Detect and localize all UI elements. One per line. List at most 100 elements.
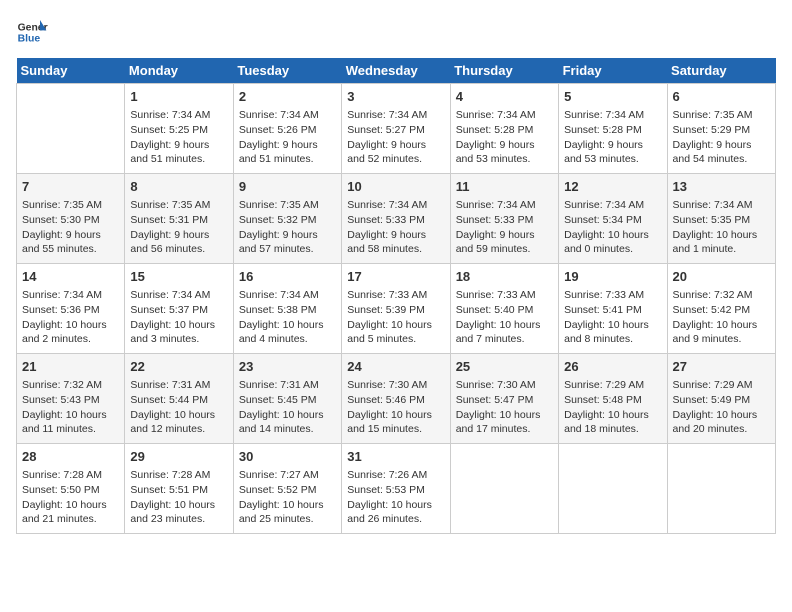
day-number: 29 — [130, 448, 227, 466]
calendar-header-thursday: Thursday — [450, 58, 558, 84]
day-info: Sunrise: 7:32 AM Sunset: 5:42 PM Dayligh… — [673, 288, 770, 347]
day-number: 16 — [239, 268, 336, 286]
calendar-cell: 21Sunrise: 7:32 AM Sunset: 5:43 PM Dayli… — [17, 354, 125, 444]
calendar-cell: 11 Sunrise: 7:34 AM Sunset: 5:33 PM Dayli… — [450, 174, 558, 264]
page-header: General Blue — [16, 16, 776, 48]
calendar-cell: 24 Sunrise: 7:30 AM Sunset: 5:46 PM Dayli… — [342, 354, 450, 444]
day-info: Sunrise: 7:31 AM Sunset: 5:45 PM Dayligh… — [239, 378, 336, 437]
calendar-table: SundayMondayTuesdayWednesdayThursdayFrid… — [16, 58, 776, 534]
calendar-cell: 7 Sunrise: 7:35 AM Sunset: 5:30 PM Daylig… — [17, 174, 125, 264]
day-number: 2 — [239, 88, 336, 106]
calendar-cell: 13 Sunrise: 7:34 AM Sunset: 5:35 PM Dayli… — [667, 174, 775, 264]
calendar-cell: 10 Sunrise: 7:34 AM Sunset: 5:33 PM Dayli… — [342, 174, 450, 264]
day-number: 25 — [456, 358, 553, 376]
day-info: Sunrise: 7:27 AM Sunset: 5:52 PM Dayligh… — [239, 468, 336, 527]
day-number: 21 — [22, 358, 119, 376]
day-info: Sunrise: 7:34 AM Sunset: 5:34 PM Dayligh… — [564, 198, 661, 257]
day-number: 7 — [22, 178, 119, 196]
day-info: Sunrise: 7:34 AM Sunset: 5:33 PM Dayligh… — [347, 198, 444, 257]
day-info: Sunrise: 7:34 AM Sunset: 5:38 PM Dayligh… — [239, 288, 336, 347]
calendar-cell: 22Sunrise: 7:31 AM Sunset: 5:44 PM Dayli… — [125, 354, 233, 444]
day-number: 19 — [564, 268, 661, 286]
day-number: 13 — [673, 178, 770, 196]
calendar-cell: 5 Sunrise: 7:34 AM Sunset: 5:28 PM Daylig… — [559, 84, 667, 174]
calendar-week-1: 1 Sunrise: 7:34 AM Sunset: 5:25 PM Daylig… — [17, 84, 776, 174]
day-number: 23 — [239, 358, 336, 376]
calendar-cell: 2Sunrise: 7:34 AM Sunset: 5:26 PM Daylig… — [233, 84, 341, 174]
calendar-week-3: 14Sunrise: 7:34 AM Sunset: 5:36 PM Dayli… — [17, 264, 776, 354]
calendar-cell: 18 Sunrise: 7:33 AM Sunset: 5:40 PM Dayli… — [450, 264, 558, 354]
day-info: Sunrise: 7:33 AM Sunset: 5:41 PM Dayligh… — [564, 288, 661, 347]
day-info: Sunrise: 7:29 AM Sunset: 5:48 PM Dayligh… — [564, 378, 661, 437]
calendar-header-saturday: Saturday — [667, 58, 775, 84]
day-number: 30 — [239, 448, 336, 466]
calendar-header-row: SundayMondayTuesdayWednesdayThursdayFrid… — [17, 58, 776, 84]
day-info: Sunrise: 7:33 AM Sunset: 5:40 PM Dayligh… — [456, 288, 553, 347]
svg-text:Blue: Blue — [18, 34, 41, 45]
day-number: 18 — [456, 268, 553, 286]
calendar-header-tuesday: Tuesday — [233, 58, 341, 84]
calendar-cell: 20 Sunrise: 7:32 AM Sunset: 5:42 PM Dayli… — [667, 264, 775, 354]
day-info: Sunrise: 7:34 AM Sunset: 5:28 PM Dayligh… — [564, 108, 661, 167]
day-info: Sunrise: 7:28 AM Sunset: 5:51 PM Dayligh… — [130, 468, 227, 527]
day-number: 15 — [130, 268, 227, 286]
day-number: 24 — [347, 358, 444, 376]
calendar-cell: 25 Sunrise: 7:30 AM Sunset: 5:47 PM Dayli… — [450, 354, 558, 444]
day-number: 10 — [347, 178, 444, 196]
day-number: 17 — [347, 268, 444, 286]
day-number: 5 — [564, 88, 661, 106]
day-info: Sunrise: 7:30 AM Sunset: 5:46 PM Dayligh… — [347, 378, 444, 437]
calendar-cell: 15 Sunrise: 7:34 AM Sunset: 5:37 PM Dayli… — [125, 264, 233, 354]
day-info: Sunrise: 7:28 AM Sunset: 5:50 PM Dayligh… — [22, 468, 119, 527]
calendar-cell: 28Sunrise: 7:28 AM Sunset: 5:50 PM Dayli… — [17, 444, 125, 534]
day-number: 8 — [130, 178, 227, 196]
day-info: Sunrise: 7:30 AM Sunset: 5:47 PM Dayligh… — [456, 378, 553, 437]
day-info: Sunrise: 7:34 AM Sunset: 5:35 PM Dayligh… — [673, 198, 770, 257]
calendar-body: 1 Sunrise: 7:34 AM Sunset: 5:25 PM Daylig… — [17, 84, 776, 534]
day-number: 27 — [673, 358, 770, 376]
day-info: Sunrise: 7:34 AM Sunset: 5:33 PM Dayligh… — [456, 198, 553, 257]
day-number: 20 — [673, 268, 770, 286]
day-info: Sunrise: 7:34 AM Sunset: 5:37 PM Dayligh… — [130, 288, 227, 347]
calendar-cell: 1 Sunrise: 7:34 AM Sunset: 5:25 PM Daylig… — [125, 84, 233, 174]
calendar-cell: 4Sunrise: 7:34 AM Sunset: 5:28 PM Daylig… — [450, 84, 558, 174]
calendar-week-2: 7 Sunrise: 7:35 AM Sunset: 5:30 PM Daylig… — [17, 174, 776, 264]
day-number: 14 — [22, 268, 119, 286]
calendar-week-4: 21Sunrise: 7:32 AM Sunset: 5:43 PM Dayli… — [17, 354, 776, 444]
logo-icon: General Blue — [16, 16, 48, 48]
day-number: 3 — [347, 88, 444, 106]
calendar-cell — [559, 444, 667, 534]
day-info: Sunrise: 7:35 AM Sunset: 5:30 PM Dayligh… — [22, 198, 119, 257]
calendar-cell: 3 Sunrise: 7:34 AM Sunset: 5:27 PM Daylig… — [342, 84, 450, 174]
calendar-cell: 6 Sunrise: 7:35 AM Sunset: 5:29 PM Daylig… — [667, 84, 775, 174]
day-number: 1 — [130, 88, 227, 106]
calendar-cell: 29 Sunrise: 7:28 AM Sunset: 5:51 PM Dayli… — [125, 444, 233, 534]
calendar-week-5: 28Sunrise: 7:28 AM Sunset: 5:50 PM Dayli… — [17, 444, 776, 534]
day-number: 31 — [347, 448, 444, 466]
day-number: 9 — [239, 178, 336, 196]
calendar-cell: 8Sunrise: 7:35 AM Sunset: 5:31 PM Daylig… — [125, 174, 233, 264]
calendar-header-friday: Friday — [559, 58, 667, 84]
day-info: Sunrise: 7:34 AM Sunset: 5:27 PM Dayligh… — [347, 108, 444, 167]
calendar-cell: 9Sunrise: 7:35 AM Sunset: 5:32 PM Daylig… — [233, 174, 341, 264]
day-info: Sunrise: 7:35 AM Sunset: 5:29 PM Dayligh… — [673, 108, 770, 167]
calendar-cell — [450, 444, 558, 534]
calendar-cell: 14Sunrise: 7:34 AM Sunset: 5:36 PM Dayli… — [17, 264, 125, 354]
day-number: 26 — [564, 358, 661, 376]
day-number: 12 — [564, 178, 661, 196]
day-info: Sunrise: 7:34 AM Sunset: 5:25 PM Dayligh… — [130, 108, 227, 167]
day-number: 11 — [456, 178, 553, 196]
calendar-header-wednesday: Wednesday — [342, 58, 450, 84]
day-info: Sunrise: 7:29 AM Sunset: 5:49 PM Dayligh… — [673, 378, 770, 437]
day-info: Sunrise: 7:26 AM Sunset: 5:53 PM Dayligh… — [347, 468, 444, 527]
day-number: 6 — [673, 88, 770, 106]
calendar-cell: 30 Sunrise: 7:27 AM Sunset: 5:52 PM Dayli… — [233, 444, 341, 534]
calendar-cell: 17Sunrise: 7:33 AM Sunset: 5:39 PM Dayli… — [342, 264, 450, 354]
calendar-cell: 12 Sunrise: 7:34 AM Sunset: 5:34 PM Dayli… — [559, 174, 667, 264]
day-info: Sunrise: 7:34 AM Sunset: 5:28 PM Dayligh… — [456, 108, 553, 167]
calendar-cell: 31 Sunrise: 7:26 AM Sunset: 5:53 PM Dayli… — [342, 444, 450, 534]
calendar-cell — [17, 84, 125, 174]
calendar-cell: 16 Sunrise: 7:34 AM Sunset: 5:38 PM Dayli… — [233, 264, 341, 354]
day-info: Sunrise: 7:31 AM Sunset: 5:44 PM Dayligh… — [130, 378, 227, 437]
logo: General Blue — [16, 16, 52, 48]
